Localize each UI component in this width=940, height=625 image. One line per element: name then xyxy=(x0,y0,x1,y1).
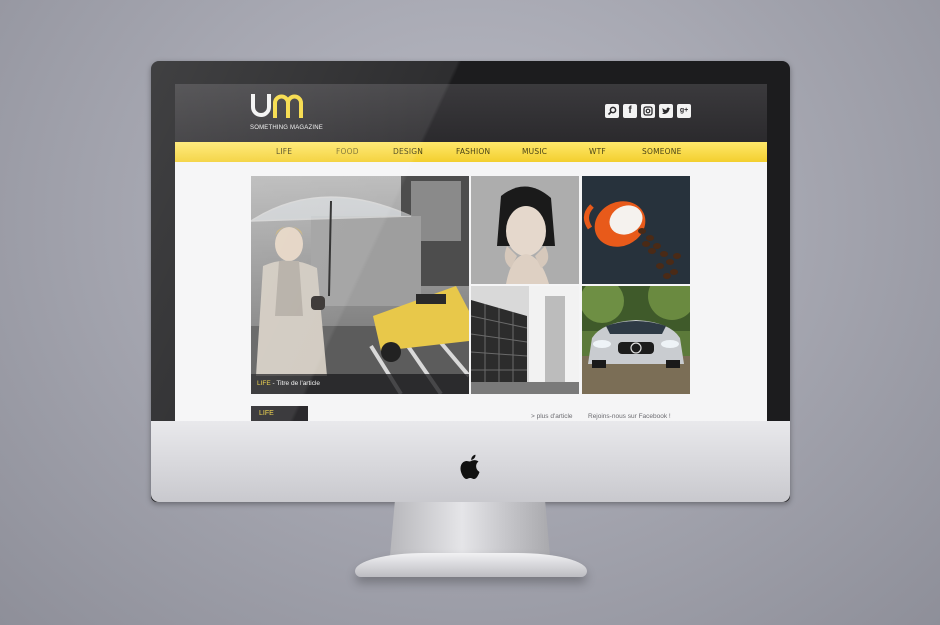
monitor-stand-neck xyxy=(390,502,550,556)
portrait-photo xyxy=(471,176,579,284)
site-header: SOMETHING MAGAZINE f g+ xyxy=(175,84,767,142)
monitor-stand-base xyxy=(355,553,587,577)
article-tile-architecture[interactable] xyxy=(471,286,579,394)
coffee-photo xyxy=(582,176,690,284)
logo-text: SOMETHING MAGAZINE xyxy=(250,125,323,131)
apple-logo-icon xyxy=(460,454,480,479)
nav-item-life[interactable]: LIFE xyxy=(276,142,292,162)
twitter-icon[interactable] xyxy=(659,104,673,118)
nav-item-someone[interactable]: SOMEONE xyxy=(642,142,682,162)
um-logo-mark xyxy=(251,94,303,118)
featured-article-tile[interactable]: LIFE - Titre de l'article xyxy=(251,176,469,394)
instagram-icon[interactable] xyxy=(641,104,655,118)
nav-item-wtf[interactable]: WTF xyxy=(589,142,606,162)
nav-item-food[interactable]: FOOD xyxy=(336,142,359,162)
googleplus-icon[interactable]: g+ xyxy=(677,104,691,118)
featured-category: LIFE xyxy=(257,380,271,387)
main-nav: LIFE FOOD DESIGN FASHION MUSIC WTF SOMEO… xyxy=(175,142,767,162)
more-articles-link[interactable]: > plus d'article xyxy=(531,413,573,420)
nav-item-design[interactable]: DESIGN xyxy=(393,142,423,162)
nav-item-fashion[interactable]: FASHION xyxy=(456,142,490,162)
search-icon[interactable] xyxy=(605,104,619,118)
website-screen: SOMETHING MAGAZINE f g+ LIFE FOOD DESIGN… xyxy=(175,84,767,422)
article-tile-coffee[interactable] xyxy=(582,176,690,284)
nav-item-music[interactable]: MUSIC xyxy=(522,142,547,162)
social-links: f g+ xyxy=(605,104,691,118)
architecture-photo xyxy=(471,286,579,394)
featured-gallery: LIFE - Titre de l'article xyxy=(251,176,690,394)
section-tab-life[interactable]: LIFE xyxy=(251,406,308,422)
featured-caption: LIFE - Titre de l'article xyxy=(251,374,469,394)
join-facebook-link[interactable]: Rejoins-nous sur Facebook ! xyxy=(588,413,671,420)
car-photo xyxy=(582,286,690,394)
article-tile-car[interactable] xyxy=(582,286,690,394)
umbrella-woman-photo xyxy=(251,176,469,394)
featured-title: Titre de l'article xyxy=(276,380,321,387)
facebook-icon[interactable]: f xyxy=(623,104,637,118)
article-tile-portrait[interactable] xyxy=(471,176,579,284)
